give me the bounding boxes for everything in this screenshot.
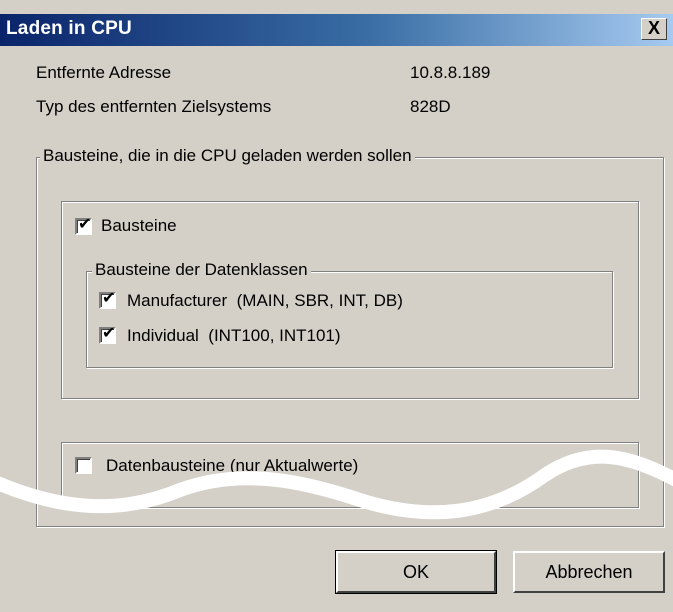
- target-type-label: Typ des entfernten Zielsystems: [36, 97, 272, 116]
- target-type-value: 828D: [410, 97, 451, 116]
- check-icon: ✔: [102, 290, 116, 307]
- check-icon: ✔: [78, 216, 92, 233]
- dataclass-group: [86, 271, 613, 368]
- manufacturer-name: Manufacturer: [127, 291, 228, 310]
- load-to-cpu-dialog: Laden in CPU X Entfernte Adresse 10.8.8.…: [0, 0, 673, 612]
- bausteine-checkbox[interactable]: ✔: [75, 216, 92, 235]
- ok-button[interactable]: OK: [336, 551, 496, 593]
- individual-detail: (INT100, INT101): [208, 326, 341, 345]
- window-title: Laden in CPU: [6, 18, 132, 39]
- check-icon: ✔: [102, 325, 116, 342]
- manufacturer-checkbox[interactable]: ✔: [99, 290, 116, 309]
- blocks-group-legend: Bausteine, die in die CPU geladen werden…: [40, 146, 415, 166]
- cancel-button[interactable]: Abbrechen: [513, 551, 665, 593]
- remote-address-value: 10.8.8.189: [410, 63, 491, 82]
- title-bar[interactable]: Laden in CPU X: [0, 14, 673, 46]
- datablocks-label: Datenbausteine (nur Aktualwerte): [106, 456, 359, 475]
- individual-label: Individual (INT100, INT101): [127, 326, 341, 346]
- manufacturer-detail: (MAIN, SBR, INT, DB): [236, 291, 403, 310]
- close-button[interactable]: X: [641, 18, 667, 40]
- individual-checkbox[interactable]: ✔: [99, 325, 116, 344]
- dataclass-group-legend: Bausteine der Datenklassen: [92, 260, 311, 280]
- manufacturer-label: Manufacturer (MAIN, SBR, INT, DB): [127, 291, 403, 311]
- datablocks-checkbox[interactable]: [75, 457, 92, 474]
- bausteine-label: Bausteine: [101, 216, 177, 235]
- remote-address-label: Entfernte Adresse: [36, 63, 172, 82]
- individual-name: Individual: [127, 326, 199, 345]
- close-icon: X: [647, 18, 660, 38]
